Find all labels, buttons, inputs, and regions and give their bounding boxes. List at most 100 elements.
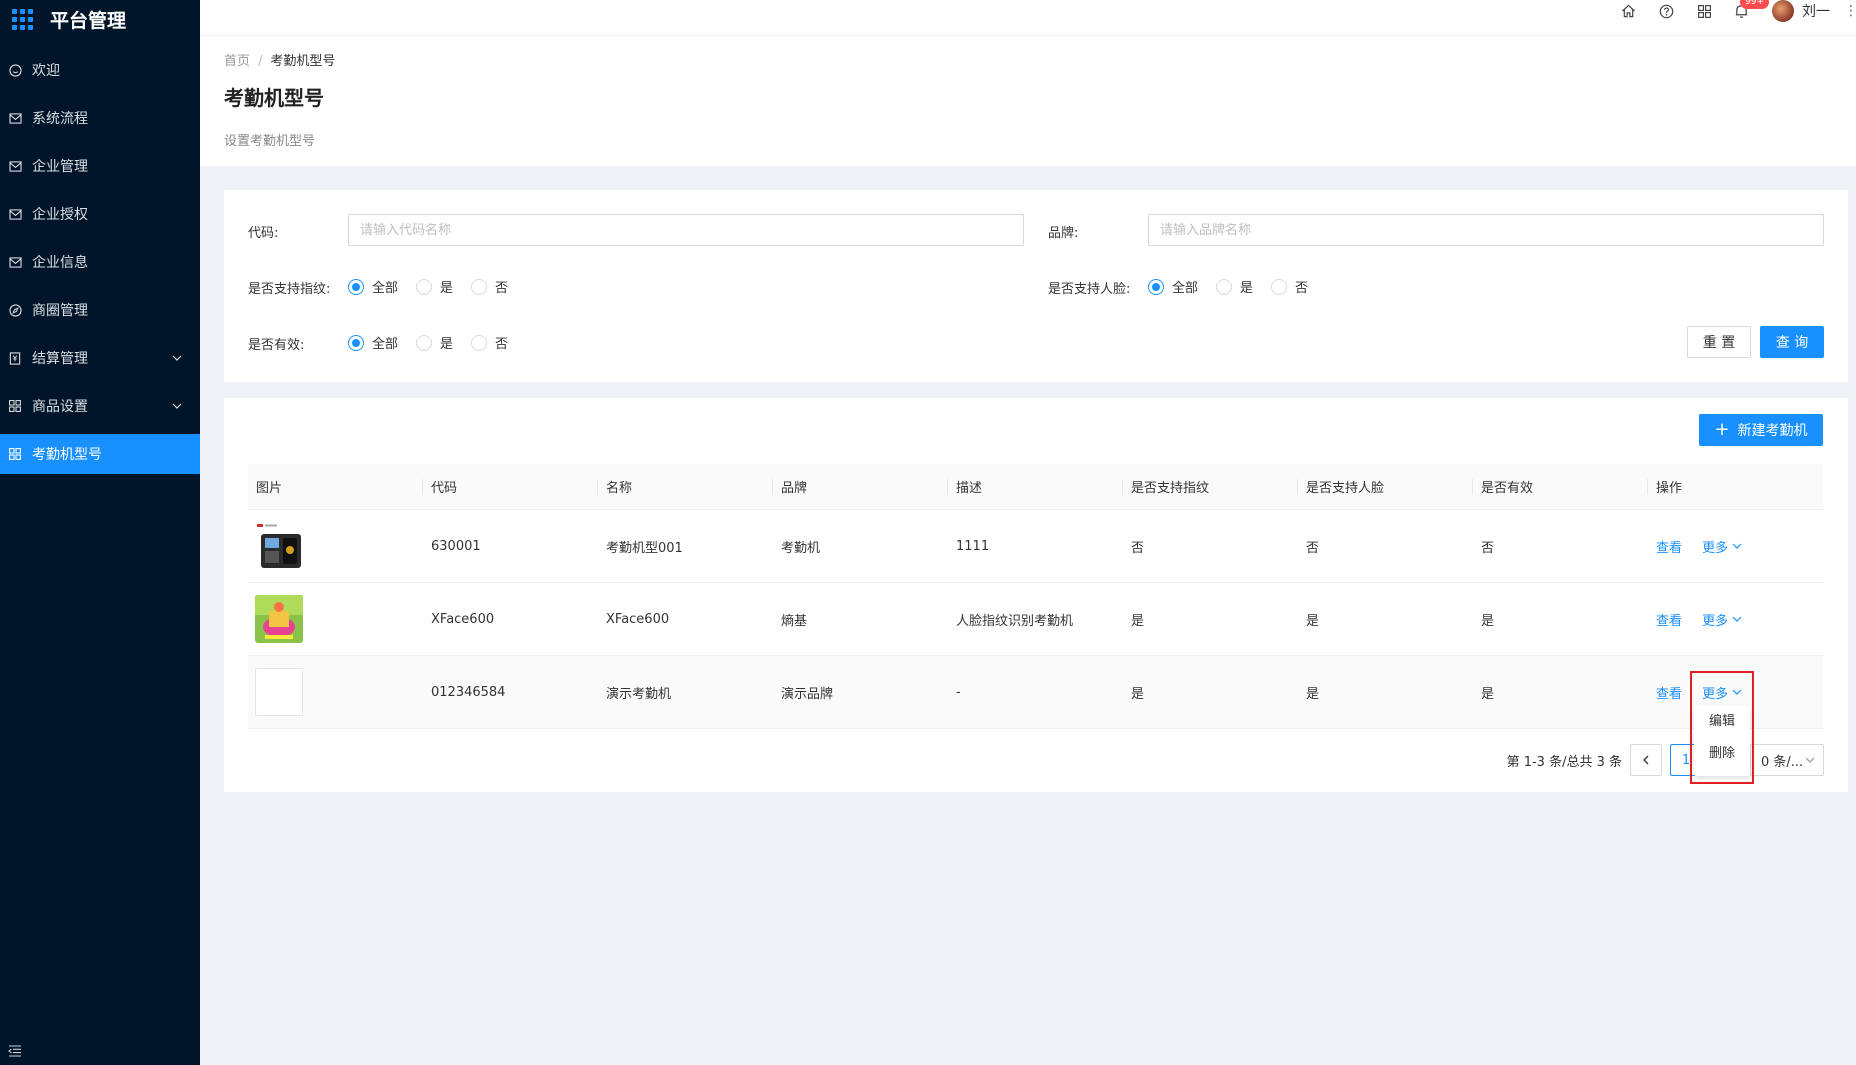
sidebar-item-label: 商品设置 [32, 399, 88, 415]
cell-face: 是 [1306, 686, 1320, 702]
product-thumbnail-empty[interactable] [255, 668, 303, 716]
sidebar-item-label: 企业管理 [32, 159, 88, 175]
mail-icon [8, 207, 22, 221]
more-dropdown-trigger[interactable]: 更多 [1702, 683, 1742, 702]
username[interactable]: 刘一 [1802, 1, 1830, 21]
view-link[interactable]: 查看 [1656, 614, 1682, 629]
table-card: + 新建考勤机 图片 代码 名称 品牌 描述 是否支持指纹 是否支持人脸 是否有… [224, 398, 1848, 792]
page-title: 考勤机型号 [224, 86, 324, 110]
product-thumbnail[interactable] [255, 522, 303, 570]
cell-actions: 查看 更多 [1648, 610, 1823, 629]
sidebar-item-business-district[interactable]: 商圈管理 [0, 290, 200, 330]
chevron-down-icon [172, 399, 182, 415]
valid-radio-group: 全部 是 否 [348, 333, 526, 352]
cell-actions: 查看 更多 [1648, 537, 1823, 556]
column-header: 代码 [423, 464, 598, 509]
more-label: 更多 [1702, 540, 1729, 556]
cell-code: XFace600 [431, 611, 495, 627]
question-circle-icon[interactable] [1658, 3, 1674, 19]
valid-radio-no[interactable]: 否 [471, 333, 508, 352]
page-size-select[interactable]: 0 条/... [1750, 744, 1824, 776]
more-dropdown-menu: 编辑 删除 [1694, 706, 1750, 776]
valid-radio-yes[interactable]: 是 [416, 333, 453, 352]
fingerprint-radio-no[interactable]: 否 [471, 277, 508, 296]
cell-actions: 查看 更多 [1648, 683, 1823, 702]
grid-logo-icon [12, 7, 36, 31]
column-header: 品牌 [773, 464, 948, 509]
cell-fingerprint: 是 [1131, 613, 1145, 629]
cell-face: 否 [1306, 540, 1320, 556]
appstore-icon [8, 399, 22, 413]
prev-page-button[interactable] [1630, 744, 1662, 776]
sidebar-item-welcome[interactable]: 欢迎 [0, 50, 200, 90]
mail-icon [8, 111, 22, 125]
brand-label: 品牌: [1048, 226, 1079, 241]
cell-image [248, 668, 423, 716]
view-link[interactable]: 查看 [1656, 541, 1682, 556]
menu-fold-icon[interactable] [8, 1045, 24, 1059]
edit-menu-item[interactable]: 编辑 [1694, 706, 1750, 738]
notification-button[interactable]: 99+ [1734, 0, 1769, 19]
sidebar-item-label: 商圈管理 [32, 303, 88, 319]
plus-icon: + [1714, 419, 1730, 440]
sidebar-item-product-settings[interactable]: 商品设置 [0, 386, 200, 426]
page-size-value: 0 条/... [1761, 754, 1804, 770]
appstore-icon[interactable] [1696, 3, 1712, 19]
table-row: XFace600 XFace600 熵基 人脸指纹识别考勤机 是 是 是 查看 … [248, 583, 1823, 656]
face-radio-yes[interactable]: 是 [1216, 277, 1253, 296]
cell-image [248, 522, 423, 570]
valid-radio-all[interactable]: 全部 [348, 333, 398, 352]
home-icon[interactable] [1620, 3, 1636, 19]
table-row: 012346584 演示考勤机 演示品牌 - 是 是 是 查看 更多 [248, 656, 1823, 729]
chevron-down-icon [1805, 757, 1815, 763]
compass-icon [8, 303, 22, 317]
delete-menu-item[interactable]: 删除 [1694, 738, 1750, 770]
breadcrumb-current: 考勤机型号 [270, 54, 336, 69]
sidebar-item-label: 企业信息 [32, 255, 88, 271]
reset-button[interactable]: 重 置 [1687, 326, 1751, 358]
sidebar: 平台管理 欢迎 系统流程 企业管理 企业授权 企业信息 商圈管理 结算管理 商品… [0, 0, 200, 1065]
table-header: 图片 代码 名称 品牌 描述 是否支持指纹 是否支持人脸 是否有效 操作 [248, 464, 1823, 510]
sidebar-item-label: 企业授权 [32, 207, 88, 223]
avatar[interactable] [1772, 0, 1794, 22]
sidebar-item-enterprise-authorization[interactable]: 企业授权 [0, 194, 200, 234]
cell-brand: 熵基 [781, 613, 808, 629]
view-link[interactable]: 查看 [1656, 687, 1682, 702]
sidebar-item-enterprise-info[interactable]: 企业信息 [0, 242, 200, 282]
face-radio-all[interactable]: 全部 [1148, 277, 1198, 296]
table-row: 630001 考勤机型001 考勤机 1111 否 否 否 查看 更多 [248, 510, 1823, 583]
product-thumbnail[interactable] [255, 595, 303, 643]
sidebar-item-attendance-machine-models[interactable]: 考勤机型号 [0, 434, 200, 474]
column-header: 图片 [248, 464, 423, 509]
code-input[interactable] [348, 214, 1024, 246]
brand-input[interactable] [1148, 214, 1824, 246]
column-header: 描述 [948, 464, 1123, 509]
more-dropdown-trigger[interactable]: 更多 [1702, 537, 1742, 556]
cell-name: 演示考勤机 [606, 686, 672, 702]
sidebar-item-label: 考勤机型号 [32, 447, 102, 463]
sidebar-item-system-flow[interactable]: 系统流程 [0, 98, 200, 138]
chevron-down-icon [1732, 689, 1742, 695]
cell-code: 630001 [431, 538, 481, 554]
more-vertical-icon[interactable]: ⋮ [1844, 4, 1856, 18]
app-title: 平台管理 [50, 9, 127, 32]
cell-description: 人脸指纹识别考勤机 [956, 613, 1074, 629]
breadcrumb: 首页 / 考勤机型号 [224, 50, 335, 69]
fingerprint-radio-yes[interactable]: 是 [416, 277, 453, 296]
cell-image [248, 595, 423, 643]
mail-icon [8, 255, 22, 269]
logo[interactable]: 平台管理 [0, 0, 200, 38]
face-radio-no[interactable]: 否 [1271, 277, 1308, 296]
data-table: 图片 代码 名称 品牌 描述 是否支持指纹 是否支持人脸 是否有效 操作 630… [248, 464, 1823, 729]
more-dropdown-trigger[interactable]: 更多 [1702, 610, 1742, 629]
chevron-left-icon [1643, 755, 1649, 765]
sidebar-item-settlement[interactable]: 结算管理 [0, 338, 200, 378]
new-attendance-machine-button[interactable]: + 新建考勤机 [1699, 414, 1823, 446]
sidebar-item-enterprise-management[interactable]: 企业管理 [0, 146, 200, 186]
fingerprint-radio-all[interactable]: 全部 [348, 277, 398, 296]
column-header: 名称 [598, 464, 773, 509]
query-button[interactable]: 查 询 [1760, 326, 1824, 358]
cell-valid: 否 [1481, 540, 1495, 556]
page-header: 首页 / 考勤机型号 考勤机型号 设置考勤机型号 [200, 36, 1856, 166]
breadcrumb-home[interactable]: 首页 [224, 54, 250, 69]
